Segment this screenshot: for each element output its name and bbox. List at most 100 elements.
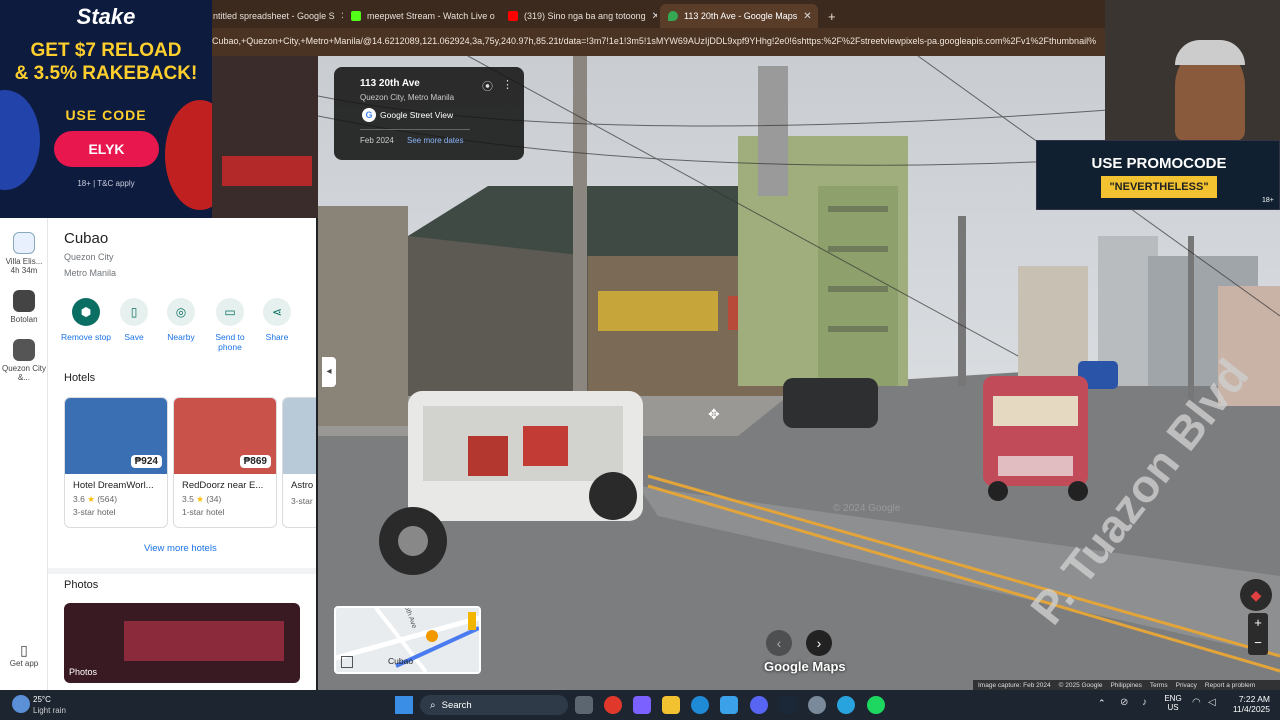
ad-ball-graphic: [0, 90, 40, 190]
place-title: Cubao: [64, 230, 109, 247]
zoom-out-button[interactable]: −: [1248, 633, 1268, 653]
tab-label: meepwet Stream - Watch Live o: [367, 11, 495, 21]
taskbar-search[interactable]: ⌕ Search: [420, 695, 568, 715]
close-tab-icon[interactable]: ✕: [652, 11, 657, 22]
minimap[interactable]: 15th Ave Cubao: [334, 606, 481, 674]
remove-stop-button[interactable]: ⬢ Remove stop: [59, 298, 113, 342]
move-cursor-icon: ✥: [708, 406, 720, 422]
rail-item-quezon[interactable]: Quezon City &...: [0, 339, 48, 382]
ad-code-button[interactable]: ELYK: [54, 131, 159, 167]
send-to-phone-button[interactable]: ▭ Send to phone: [203, 298, 257, 352]
action-label: Share: [265, 332, 289, 342]
tab-google-maps[interactable]: 113 20th Ave - Google Maps ✕: [660, 4, 818, 28]
lang-secondary: US: [1167, 703, 1179, 712]
maps-pin-icon: [668, 11, 678, 21]
terms-link[interactable]: Terms: [1150, 682, 1168, 689]
section-divider: [48, 568, 316, 574]
hotel-rating: 3.5 ★ (34): [182, 494, 222, 504]
tab-stream[interactable]: meepwet Stream - Watch Live o ✕: [343, 4, 499, 28]
obs-icon[interactable]: [808, 696, 826, 714]
steam-icon[interactable]: [779, 696, 797, 714]
hotel-photo: ₱924: [65, 398, 167, 474]
clock[interactable]: 7:22 AM 11/4/2025: [1228, 694, 1270, 714]
ad-disclaimer: 18+ | T&C apply: [77, 179, 135, 188]
windows-start-icon[interactable]: [395, 696, 413, 714]
hotel-rating: 3.6 ★ (564): [73, 494, 118, 504]
file-explorer-icon[interactable]: [662, 696, 680, 714]
country-link[interactable]: Philippines: [1110, 682, 1141, 689]
promo-line-2: "NEVERTHELESS": [1101, 176, 1217, 198]
see-more-dates-link[interactable]: See more dates: [407, 136, 463, 145]
rail-item-label: Quezon City &...: [1, 364, 47, 382]
new-tab-button[interactable]: +: [820, 4, 840, 28]
place-thumb-icon: [13, 290, 35, 312]
zoom-in-button[interactable]: +: [1248, 613, 1268, 633]
nearby-button[interactable]: ◎ Nearby: [154, 298, 208, 342]
kick-icon: [351, 11, 361, 21]
get-app-label: Get app: [9, 659, 39, 668]
volume-icon[interactable]: ◁: [1208, 697, 1216, 708]
hotel-photo: ₱869: [174, 398, 276, 474]
privacy-link[interactable]: Privacy: [1176, 682, 1197, 689]
search-label: Search: [441, 699, 472, 711]
pin-icon[interactable]: ⦿: [482, 78, 493, 94]
youtube-icon: [508, 11, 518, 21]
task-view-icon[interactable]: [575, 696, 593, 714]
action-label: Nearby: [167, 332, 195, 342]
tab-spreadsheet[interactable]: ntitled spreadsheet - Google S ✕: [205, 4, 343, 28]
rail-item-villa[interactable]: Villa Elis... 4h 34m: [0, 232, 48, 275]
previous-button[interactable]: ‹: [766, 630, 792, 656]
minimap-place-label: Cubao: [388, 656, 414, 666]
photo-thumbnail[interactable]: Photos: [64, 603, 300, 683]
tab-youtube[interactable]: (319) Sino nga ba ang totoong ✕: [500, 4, 657, 28]
fullscreen-icon[interactable]: [341, 656, 353, 668]
hotel-name: Astro: [291, 480, 314, 491]
hotel-card[interactable]: ₱924 Hotel DreamWorl... 3.6 ★ (564) 3-st…: [64, 397, 168, 528]
close-tab-icon[interactable]: ✕: [803, 11, 811, 22]
photos-heading: Photos: [64, 579, 99, 591]
get-app-button[interactable]: ▯ Get app: [0, 643, 48, 668]
divider: [360, 129, 470, 130]
hotel-name: Hotel DreamWorl...: [73, 480, 154, 491]
store-icon[interactable]: [720, 696, 738, 714]
telegram-icon[interactable]: [837, 696, 855, 714]
action-label: Save: [124, 332, 144, 342]
info-source: Google Street View: [380, 110, 454, 120]
url-text[interactable]: Cubao,+Quezon+City,+Metro+Manila/@14.621…: [212, 36, 1107, 46]
hotel-card[interactable]: Astro 3-star: [282, 397, 316, 528]
view-more-hotels-link[interactable]: View more hotels: [144, 543, 217, 554]
next-button[interactable]: ›: [806, 630, 832, 656]
tray-chevron-icon[interactable]: ⌃: [1098, 698, 1106, 709]
rail-item-botolan[interactable]: Botolan: [0, 290, 48, 324]
stake-logo: Stake: [76, 4, 136, 29]
spotify-icon[interactable]: [867, 696, 885, 714]
headset-graphic: [1175, 40, 1245, 65]
hotel-class: 1-star hotel: [182, 507, 225, 517]
save-button[interactable]: ▯ Save: [107, 298, 161, 342]
language-indicator[interactable]: ENG US: [1162, 694, 1184, 712]
age-badge: 18+: [1262, 197, 1274, 204]
wifi-icon[interactable]: ◠: [1192, 697, 1201, 708]
more-options-icon[interactable]: ⋮: [502, 78, 513, 91]
report-problem-link[interactable]: Report a problem: [1205, 682, 1255, 689]
ad-use-code: USE CODE: [65, 107, 147, 123]
compass-icon[interactable]: ◆: [1240, 579, 1272, 611]
place-region: Metro Manila: [64, 268, 117, 278]
share-button[interactable]: ⋖ Share: [250, 298, 304, 342]
chrome-icon[interactable]: [604, 696, 622, 714]
photo-caption: Photos: [69, 667, 98, 677]
stake-ad-overlay[interactable]: Stake GET $7 RELOAD & 3.5% RAKEBACK! USE…: [0, 0, 212, 218]
copilot-icon[interactable]: [633, 696, 651, 714]
edge-icon[interactable]: [691, 696, 709, 714]
rail-item-label: Botolan: [10, 315, 38, 324]
tab-label: (319) Sino nga ba ang totoong: [524, 11, 646, 21]
weather-icon[interactable]: [12, 695, 30, 713]
network-icon[interactable]: ⊘: [1120, 697, 1128, 708]
microphone-icon[interactable]: ♪: [1142, 697, 1147, 708]
hotel-card[interactable]: ₱869 RedDoorz near E... 3.5 ★ (34) 1-sta…: [173, 397, 277, 528]
collapse-panel-button[interactable]: ◂: [322, 357, 336, 387]
bookmark-icon: ▯: [120, 298, 148, 326]
tab-label: 113 20th Ave - Google Maps: [684, 11, 798, 21]
discord-icon[interactable]: [750, 696, 768, 714]
info-address: 113 20th Ave: [360, 78, 420, 89]
